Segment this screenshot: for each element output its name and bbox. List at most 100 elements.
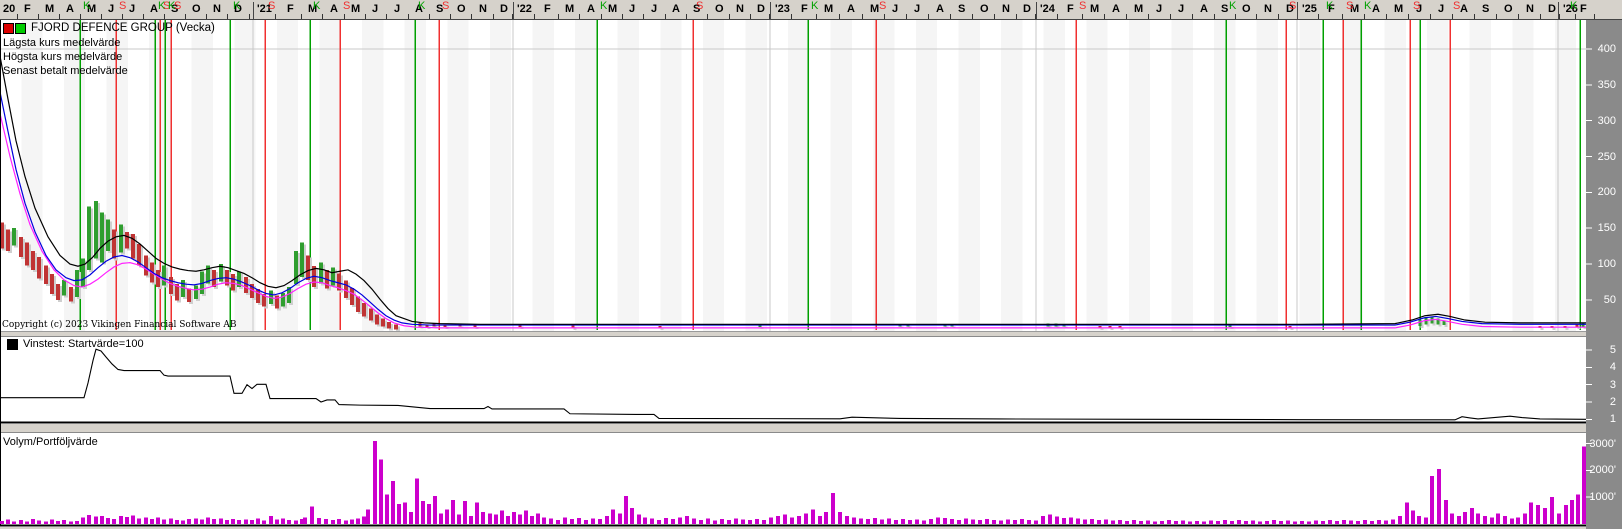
month-tick: [1430, 14, 1431, 19]
month-tick: [928, 14, 929, 19]
volume-bar: [219, 518, 223, 524]
volume-bar: [1564, 505, 1568, 524]
year-label: 20: [3, 2, 15, 17]
month-band: [1470, 20, 1491, 331]
candle: [144, 255, 148, 275]
volume-bar: [1516, 517, 1520, 524]
volume-bar: [650, 519, 654, 524]
volume-bar: [1321, 521, 1325, 524]
volume-bar: [262, 521, 266, 524]
month-label: J: [1178, 2, 1184, 17]
chart-canvas[interactable]: [0, 0, 1622, 529]
month-label: F: [287, 2, 294, 17]
volume-bar: [0, 521, 4, 524]
volume-bar: [494, 515, 498, 524]
month-band: [1129, 20, 1150, 331]
candle: [156, 270, 160, 287]
candle: [319, 263, 323, 284]
candle: [81, 258, 85, 287]
month-tick: [906, 14, 907, 19]
candle-shadow: [1566, 328, 1569, 330]
volume-bar: [206, 518, 210, 524]
volume-bar: [50, 520, 54, 524]
month-tick: [534, 14, 535, 19]
volume-bar: [880, 520, 884, 524]
separator-band: [0, 424, 1586, 432]
month-tick: [1235, 14, 1236, 19]
volume-bar: [1258, 521, 1262, 524]
month-label: O: [457, 2, 466, 17]
volume-bar: [475, 503, 479, 524]
volume-bar: [518, 515, 522, 524]
year-separator: [253, 2, 254, 19]
month-band: [1257, 20, 1278, 331]
volume-bar: [1405, 503, 1409, 524]
volume-bar: [706, 519, 710, 524]
month-tick: [38, 14, 39, 19]
volume-bar: [1286, 521, 1290, 524]
volume-bar: [957, 520, 961, 524]
time-axis[interactable]: 20FMAMJJASOND'21FMAMJJASOND'22FMAMJJASON…: [0, 0, 1622, 20]
month-band: [1214, 20, 1235, 331]
volume-bar: [811, 509, 815, 524]
volume-bar: [1111, 521, 1115, 524]
month-tick: [1170, 14, 1171, 19]
volume-bar: [741, 520, 745, 524]
month-tick: [791, 14, 792, 19]
month-band: [959, 20, 980, 331]
month-band: [447, 20, 468, 331]
year-separator: [1036, 2, 1037, 19]
volume-bar: [421, 501, 425, 524]
month-tick: [322, 14, 323, 19]
volume-bar: [237, 520, 241, 524]
month-label: N: [213, 2, 221, 17]
volume-bar: [1437, 469, 1441, 524]
month-label: O: [715, 2, 724, 17]
month-tick: [408, 14, 409, 19]
volume-bar: [804, 513, 808, 524]
volume-bar: [294, 521, 298, 524]
volume-bar: [62, 520, 66, 524]
month-label: A: [66, 2, 74, 17]
volume-bar: [978, 520, 982, 524]
volume-bar: [1398, 516, 1402, 524]
month-label: O: [1504, 2, 1513, 17]
volume-bar: [137, 519, 141, 524]
month-label: F: [1067, 2, 1074, 17]
volume-bar: [1230, 521, 1234, 524]
volume-bar: [1557, 513, 1561, 524]
volume-bar: [187, 519, 191, 524]
month-tick: [493, 14, 494, 19]
volume-bar: [445, 509, 449, 524]
volume-bar: [244, 519, 248, 524]
month-label: J: [1156, 2, 1162, 17]
candle: [19, 237, 23, 257]
month-tick: [950, 14, 951, 19]
volume-bar: [317, 518, 321, 524]
month-tick: [365, 14, 366, 19]
volume-bar: [734, 519, 738, 524]
month-tick: [1318, 14, 1319, 19]
month-tick: [1214, 14, 1215, 19]
volume-bar: [699, 520, 703, 524]
month-tick: [1575, 14, 1576, 19]
candle: [125, 232, 129, 248]
volume-bar: [310, 507, 314, 524]
volume-bar: [119, 516, 123, 524]
volume-bar: [469, 516, 473, 524]
volume-bar: [69, 521, 73, 524]
volume-bar: [1132, 520, 1136, 524]
candle: [100, 212, 104, 262]
volume-bar: [577, 518, 581, 524]
month-label: J: [892, 2, 898, 17]
volume-bar: [506, 516, 510, 524]
month-label: J: [372, 2, 378, 17]
month-band: [362, 20, 383, 331]
volume-bar: [1062, 518, 1066, 524]
volume-bar: [415, 478, 419, 524]
month-label: A: [330, 2, 338, 17]
month-label: M: [824, 2, 833, 17]
month-band: [1044, 20, 1065, 331]
month-label: J: [108, 2, 114, 17]
month-label: S: [1482, 2, 1489, 17]
